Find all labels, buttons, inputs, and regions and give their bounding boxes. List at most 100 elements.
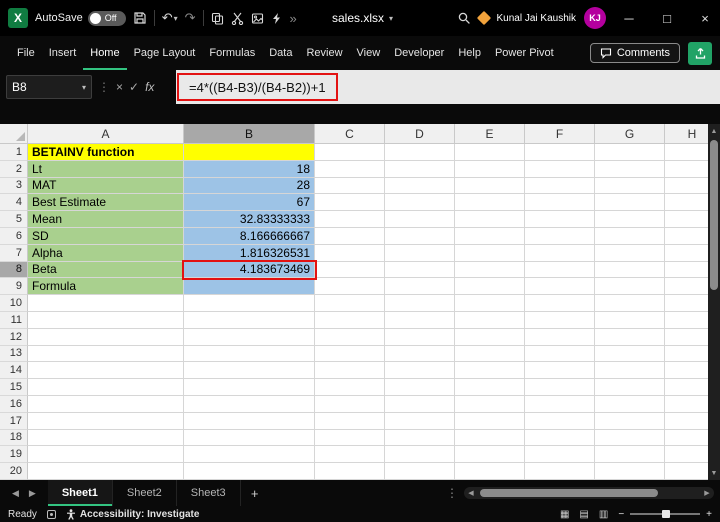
cell-G3[interactable] bbox=[595, 178, 665, 195]
cell-A3[interactable]: MAT bbox=[28, 178, 184, 195]
cell-D10[interactable] bbox=[385, 295, 455, 312]
cell-E16[interactable] bbox=[455, 396, 525, 413]
confirm-entry-button[interactable]: ✓ bbox=[129, 80, 139, 94]
cell-C16[interactable] bbox=[315, 396, 385, 413]
cell-C2[interactable] bbox=[315, 161, 385, 178]
cell-E14[interactable] bbox=[455, 362, 525, 379]
cell-E9[interactable] bbox=[455, 278, 525, 295]
cell-E3[interactable] bbox=[455, 178, 525, 195]
cell-B7[interactable]: 1.816326531 bbox=[184, 245, 315, 262]
cell-A20[interactable] bbox=[28, 463, 184, 480]
row-header-9[interactable]: 9 bbox=[0, 278, 28, 295]
cell-A1[interactable]: BETAINV function bbox=[28, 144, 184, 161]
column-header-B[interactable]: B bbox=[184, 124, 315, 144]
previous-sheet-button[interactable]: ◀ bbox=[12, 488, 19, 499]
cell-E12[interactable] bbox=[455, 329, 525, 346]
cell-D14[interactable] bbox=[385, 362, 455, 379]
cell-D12[interactable] bbox=[385, 329, 455, 346]
cell-F20[interactable] bbox=[525, 463, 595, 480]
cancel-entry-button[interactable]: × bbox=[116, 80, 123, 94]
avatar[interactable]: KJ bbox=[584, 7, 606, 29]
cell-E7[interactable] bbox=[455, 245, 525, 262]
cell-D18[interactable] bbox=[385, 430, 455, 447]
zoom-slider[interactable] bbox=[630, 513, 700, 515]
cell-A4[interactable]: Best Estimate bbox=[28, 194, 184, 211]
maximize-button[interactable]: □ bbox=[652, 0, 682, 36]
cell-B5[interactable]: 32.83333333 bbox=[184, 211, 315, 228]
cell-B13[interactable] bbox=[184, 346, 315, 363]
cell-C17[interactable] bbox=[315, 413, 385, 430]
page-break-view-icon[interactable]: ▥ bbox=[599, 509, 608, 520]
sheet-tab-sheet1[interactable]: Sheet1 bbox=[48, 480, 113, 506]
image-icon[interactable] bbox=[251, 12, 264, 25]
column-header-A[interactable]: A bbox=[28, 124, 184, 144]
search-icon[interactable] bbox=[457, 11, 471, 25]
cell-G17[interactable] bbox=[595, 413, 665, 430]
cell-G14[interactable] bbox=[595, 362, 665, 379]
cell-B10[interactable] bbox=[184, 295, 315, 312]
cell-C13[interactable] bbox=[315, 346, 385, 363]
ribbon-tab-view[interactable]: View bbox=[350, 36, 388, 70]
cell-A19[interactable] bbox=[28, 446, 184, 463]
cell-D3[interactable] bbox=[385, 178, 455, 195]
cell-F8[interactable] bbox=[525, 262, 595, 279]
cell-C3[interactable] bbox=[315, 178, 385, 195]
cell-B15[interactable] bbox=[184, 379, 315, 396]
autosave-control[interactable]: AutoSave Off bbox=[35, 11, 126, 26]
cell-F9[interactable] bbox=[525, 278, 595, 295]
cell-E20[interactable] bbox=[455, 463, 525, 480]
cell-F13[interactable] bbox=[525, 346, 595, 363]
cell-A18[interactable] bbox=[28, 430, 184, 447]
autosave-toggle[interactable]: Off bbox=[88, 11, 126, 26]
cell-A6[interactable]: SD bbox=[28, 228, 184, 245]
ribbon-tab-data[interactable]: Data bbox=[262, 36, 299, 70]
copy-icon[interactable] bbox=[211, 12, 224, 25]
ribbon-tab-home[interactable]: Home bbox=[83, 36, 126, 70]
document-title[interactable]: sales.xlsx ▾ bbox=[332, 11, 393, 25]
user-name[interactable]: Kunal Jai Kaushik bbox=[497, 13, 577, 24]
cell-B20[interactable] bbox=[184, 463, 315, 480]
cell-C4[interactable] bbox=[315, 194, 385, 211]
cell-G20[interactable] bbox=[595, 463, 665, 480]
ribbon-tab-insert[interactable]: Insert bbox=[42, 36, 84, 70]
cell-A2[interactable]: Lt bbox=[28, 161, 184, 178]
cell-G15[interactable] bbox=[595, 379, 665, 396]
cell-F19[interactable] bbox=[525, 446, 595, 463]
column-header-D[interactable]: D bbox=[385, 124, 455, 144]
cell-B11[interactable] bbox=[184, 312, 315, 329]
row-header-19[interactable]: 19 bbox=[0, 446, 28, 463]
row-header-8[interactable]: 8 bbox=[0, 262, 28, 279]
cell-A8[interactable]: Beta bbox=[28, 262, 184, 279]
cell-D17[interactable] bbox=[385, 413, 455, 430]
cell-C10[interactable] bbox=[315, 295, 385, 312]
row-header-3[interactable]: 3 bbox=[0, 178, 28, 195]
cell-E1[interactable] bbox=[455, 144, 525, 161]
zoom-in-button[interactable]: + bbox=[706, 509, 712, 520]
ribbon-tab-formulas[interactable]: Formulas bbox=[202, 36, 262, 70]
cell-G5[interactable] bbox=[595, 211, 665, 228]
column-header-E[interactable]: E bbox=[455, 124, 525, 144]
row-header-16[interactable]: 16 bbox=[0, 396, 28, 413]
cell-C19[interactable] bbox=[315, 446, 385, 463]
cell-D7[interactable] bbox=[385, 245, 455, 262]
undo-icon[interactable]: ↶▾ bbox=[162, 10, 178, 26]
cell-F5[interactable] bbox=[525, 211, 595, 228]
flash-fill-icon[interactable] bbox=[271, 12, 283, 25]
cell-C14[interactable] bbox=[315, 362, 385, 379]
sheet-tab-sheet2[interactable]: Sheet2 bbox=[113, 480, 177, 506]
select-all-corner[interactable] bbox=[0, 124, 28, 144]
zoom-out-button[interactable]: − bbox=[618, 509, 624, 520]
cell-C15[interactable] bbox=[315, 379, 385, 396]
cell-F3[interactable] bbox=[525, 178, 595, 195]
cell-B17[interactable] bbox=[184, 413, 315, 430]
add-sheet-button[interactable]: + bbox=[241, 486, 269, 501]
cell-F14[interactable] bbox=[525, 362, 595, 379]
row-header-5[interactable]: 5 bbox=[0, 211, 28, 228]
cell-D9[interactable] bbox=[385, 278, 455, 295]
cell-D2[interactable] bbox=[385, 161, 455, 178]
scroll-left-icon[interactable]: ◀ bbox=[464, 489, 478, 497]
cell-G10[interactable] bbox=[595, 295, 665, 312]
cell-G6[interactable] bbox=[595, 228, 665, 245]
cell-C12[interactable] bbox=[315, 329, 385, 346]
formula-input[interactable]: =4*((B4-B3)/(B4-B2))+1 bbox=[176, 70, 720, 104]
